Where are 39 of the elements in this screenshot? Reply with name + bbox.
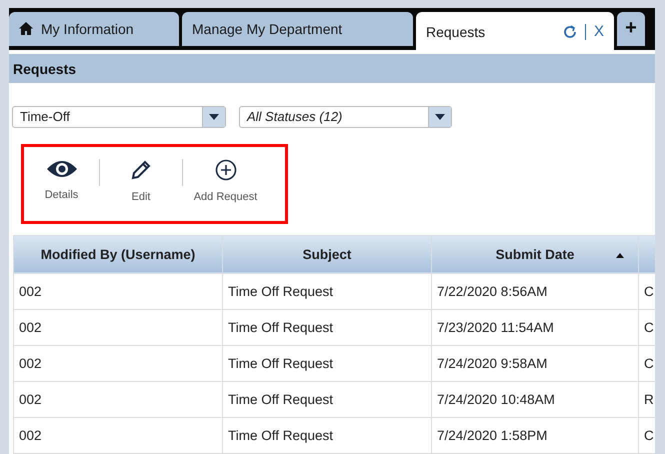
dropdown[interactable]: All Statuses (12)	[239, 106, 452, 128]
table-cell: 002	[14, 417, 222, 454]
table-cell: 002	[14, 345, 222, 382]
pencil-icon	[130, 159, 152, 182]
table-cell: 7/24/2020 10:48AM	[432, 381, 638, 418]
toolbar-button[interactable]: Add Request	[183, 159, 268, 204]
tab[interactable]: My Information	[9, 12, 179, 46]
section-title: Requests	[13, 60, 76, 77]
table-cell: 002	[14, 273, 222, 310]
table-cell: Time Off Request	[222, 417, 432, 454]
dropdown-value: Time-Off	[19, 108, 71, 126]
column-header[interactable]: Submit Date	[432, 235, 638, 274]
table-cell: 7/23/2020 11:54AM	[432, 309, 638, 346]
table-cell: Time Off Request	[222, 345, 432, 382]
tab[interactable]: Requests X	[416, 12, 614, 52]
close-tab-button[interactable]: X	[594, 23, 604, 40]
add-tab-button[interactable]: +	[617, 12, 645, 46]
dropdown-value: All Statuses (12)	[246, 108, 344, 126]
caret-icon	[209, 114, 219, 120]
caret-icon	[435, 114, 445, 120]
refresh-icon[interactable]	[562, 24, 577, 39]
toolbar-button[interactable]: Edit	[100, 159, 182, 204]
eye-icon	[46, 159, 78, 180]
column-header[interactable]: Subject	[222, 235, 432, 274]
table-cell: 7/24/2020 1:58PM	[432, 417, 638, 454]
home-icon	[19, 22, 33, 36]
table-cell: Time Off Request	[222, 309, 432, 346]
table-cell: 7/24/2020 9:58AM	[432, 345, 638, 382]
table-cell: 7/22/2020 8:56AM	[432, 273, 638, 310]
dropdown[interactable]: Time-Off	[12, 106, 226, 128]
table-cell: 002	[14, 381, 222, 418]
tab[interactable]: Manage My Department	[182, 12, 413, 46]
table-cell: 002	[14, 309, 222, 346]
toolbar-button[interactable]: Details	[24, 159, 99, 202]
table-cell: Time Off Request	[222, 381, 432, 418]
plus-circle-icon	[214, 159, 236, 182]
table-cell: Time Off Request	[222, 273, 432, 310]
column-header[interactable]: Modified By (Username)	[14, 235, 222, 274]
sort-arrow-icon	[616, 252, 624, 258]
